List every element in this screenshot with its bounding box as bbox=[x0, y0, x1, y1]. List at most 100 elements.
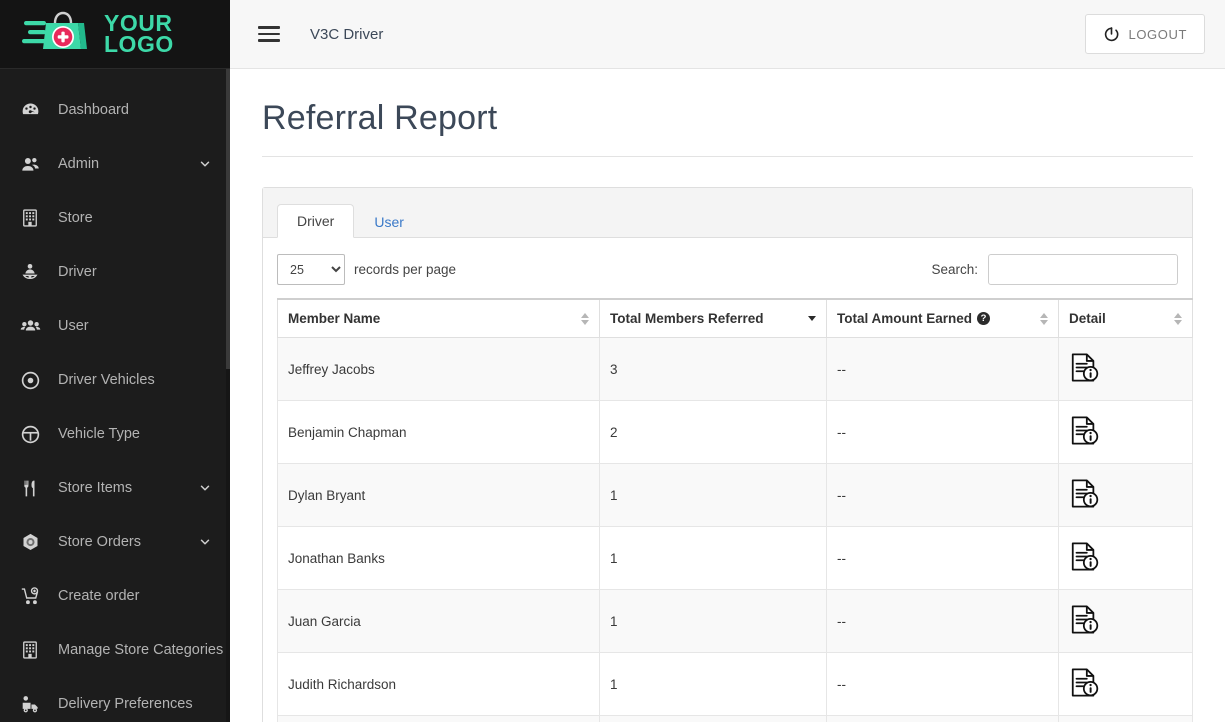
hexagon-gear-icon bbox=[20, 529, 50, 555]
logo-text-line2: LOGO bbox=[104, 34, 174, 55]
sidebar-scrollbar[interactable] bbox=[226, 69, 230, 722]
sidebar-item-manage-store-categories[interactable]: Manage Store Categories bbox=[0, 623, 230, 677]
cell-detail bbox=[1059, 716, 1193, 722]
cell-total-amount-earned: -- bbox=[827, 653, 1059, 716]
sidebar-item-create-order[interactable]: Create order bbox=[0, 569, 230, 623]
cell-total-members-referred: 1 bbox=[600, 527, 827, 590]
column-header-total-amount-earned[interactable]: Total Amount Earned ? bbox=[827, 299, 1059, 338]
page-title: Referral Report bbox=[262, 99, 1193, 138]
cell-member-name: Benjamin Chapman bbox=[278, 401, 600, 464]
table-row[interactable]: Jeffrey Jacobs 3 -- bbox=[278, 338, 1193, 401]
tab-driver[interactable]: Driver bbox=[277, 204, 354, 238]
document-info-icon[interactable] bbox=[1069, 352, 1182, 386]
column-header-total-members-referred[interactable]: Total Members Referred bbox=[600, 299, 827, 338]
driver-person-icon bbox=[20, 259, 50, 285]
cell-total-members-referred: 2 bbox=[600, 401, 827, 464]
sort-icon-desc-active[interactable] bbox=[800, 316, 816, 321]
sidebar-item-label: Manage Store Categories bbox=[50, 642, 223, 658]
sidebar-item-driver[interactable]: Driver bbox=[0, 245, 230, 299]
target-circle-icon bbox=[20, 367, 50, 393]
cell-total-members-referred: 1 bbox=[600, 716, 827, 722]
sidebar-item-dashboard[interactable]: Dashboard bbox=[0, 83, 230, 137]
hamburger-menu-icon[interactable] bbox=[258, 26, 280, 42]
topbar: V3C Driver LOGOUT bbox=[230, 0, 1225, 69]
page-content: Referral Report Driver User 102550100 re… bbox=[230, 69, 1225, 722]
table-row[interactable]: Juan Garcia 1 -- bbox=[278, 590, 1193, 653]
steering-wheel-icon bbox=[20, 421, 50, 447]
sidebar-item-label: Store bbox=[50, 210, 212, 226]
column-header-member-name[interactable]: Member Name bbox=[278, 299, 600, 338]
cell-member-name: Dylan Bryant bbox=[278, 464, 600, 527]
column-label: Detail bbox=[1069, 311, 1106, 326]
cell-total-members-referred: 1 bbox=[600, 590, 827, 653]
logout-label: LOGOUT bbox=[1129, 27, 1188, 42]
search-input[interactable] bbox=[988, 254, 1178, 285]
document-info-icon[interactable] bbox=[1069, 478, 1182, 512]
report-card: Driver User 102550100 records per page S… bbox=[262, 187, 1193, 722]
table-row[interactable]: Dylan Bryant 1 -- bbox=[278, 464, 1193, 527]
column-header-detail[interactable]: Detail bbox=[1059, 299, 1193, 338]
fork-knife-icon bbox=[20, 475, 50, 501]
sidebar-item-label: Driver bbox=[50, 264, 212, 280]
sidebar-item-store-orders[interactable]: Store Orders bbox=[0, 515, 230, 569]
records-per-page-select[interactable]: 102550100 bbox=[277, 254, 345, 285]
truck-gear-icon bbox=[20, 691, 50, 717]
cell-total-amount-earned: -- bbox=[827, 527, 1059, 590]
sidebar-item-delivery-preferences[interactable]: Delivery Preferences bbox=[0, 677, 230, 722]
document-info-icon[interactable] bbox=[1069, 604, 1182, 638]
sidebar-item-driver-vehicles[interactable]: Driver Vehicles bbox=[0, 353, 230, 407]
records-per-page-label: records per page bbox=[354, 262, 456, 277]
main-area: V3C Driver LOGOUT Referral Report Driver… bbox=[230, 0, 1225, 722]
cell-member-name: Juan Garcia bbox=[278, 590, 600, 653]
sidebar-item-label: Store Items bbox=[50, 480, 198, 496]
cell-member-name: Jordan Estrada bbox=[278, 716, 600, 722]
cell-member-name: Jeffrey Jacobs bbox=[278, 338, 600, 401]
logo[interactable]: YOUR LOGO bbox=[0, 0, 230, 69]
sidebar-item-admin[interactable]: Admin bbox=[0, 137, 230, 191]
sidebar-item-label: User bbox=[50, 318, 212, 334]
table-row[interactable]: Jonathan Banks 1 -- bbox=[278, 527, 1193, 590]
sort-icon[interactable] bbox=[1032, 313, 1048, 325]
cart-plus-icon bbox=[20, 583, 50, 609]
document-info-icon[interactable] bbox=[1069, 541, 1182, 575]
sidebar-nav: Dashboard Admin Store bbox=[0, 69, 230, 722]
power-icon bbox=[1103, 26, 1120, 43]
cell-member-name: Judith Richardson bbox=[278, 653, 600, 716]
table-body: Jeffrey Jacobs 3 -- Benjamin Chapman 2 -… bbox=[278, 338, 1193, 722]
logo-text: YOUR LOGO bbox=[104, 13, 174, 55]
table-row[interactable]: Benjamin Chapman 2 -- bbox=[278, 401, 1193, 464]
referral-table: Member Name Total Members Referred bbox=[277, 298, 1193, 722]
tab-user[interactable]: User bbox=[354, 205, 424, 238]
logout-button[interactable]: LOGOUT bbox=[1085, 14, 1206, 54]
chevron-down-icon[interactable] bbox=[198, 481, 212, 495]
sort-icon[interactable] bbox=[1166, 313, 1182, 325]
dashboard-gauge-icon bbox=[20, 97, 50, 123]
table-row[interactable]: Jordan Estrada 1 -- bbox=[278, 716, 1193, 722]
sidebar-item-label: Vehicle Type bbox=[50, 426, 212, 442]
chevron-down-icon[interactable] bbox=[198, 157, 212, 171]
document-info-icon[interactable] bbox=[1069, 667, 1182, 701]
sidebar-item-store[interactable]: Store bbox=[0, 191, 230, 245]
column-label: Total Amount Earned bbox=[837, 311, 972, 326]
sidebar-item-user[interactable]: User bbox=[0, 299, 230, 353]
table-header-row: Member Name Total Members Referred bbox=[278, 299, 1193, 338]
cell-total-amount-earned: -- bbox=[827, 401, 1059, 464]
sidebar-item-vehicle-type[interactable]: Vehicle Type bbox=[0, 407, 230, 461]
table-row[interactable]: Judith Richardson 1 -- bbox=[278, 653, 1193, 716]
cell-total-members-referred: 1 bbox=[600, 464, 827, 527]
cell-detail bbox=[1059, 527, 1193, 590]
chevron-down-icon[interactable] bbox=[198, 535, 212, 549]
column-label: Total Members Referred bbox=[610, 311, 764, 326]
cell-detail bbox=[1059, 464, 1193, 527]
table-head: Member Name Total Members Referred bbox=[278, 299, 1193, 338]
sidebar-item-label: Dashboard bbox=[50, 102, 212, 118]
help-circle-icon[interactable]: ? bbox=[977, 312, 990, 325]
app-root: YOUR LOGO Dashboard Admin bbox=[0, 0, 1225, 722]
sidebar-item-store-items[interactable]: Store Items bbox=[0, 461, 230, 515]
sidebar-scrollbar-thumb[interactable] bbox=[226, 69, 230, 369]
sidebar: YOUR LOGO Dashboard Admin bbox=[0, 0, 230, 722]
sidebar-item-label: Create order bbox=[50, 588, 212, 604]
sort-icon[interactable] bbox=[573, 313, 589, 325]
cell-total-amount-earned: -- bbox=[827, 464, 1059, 527]
document-info-icon[interactable] bbox=[1069, 415, 1182, 449]
